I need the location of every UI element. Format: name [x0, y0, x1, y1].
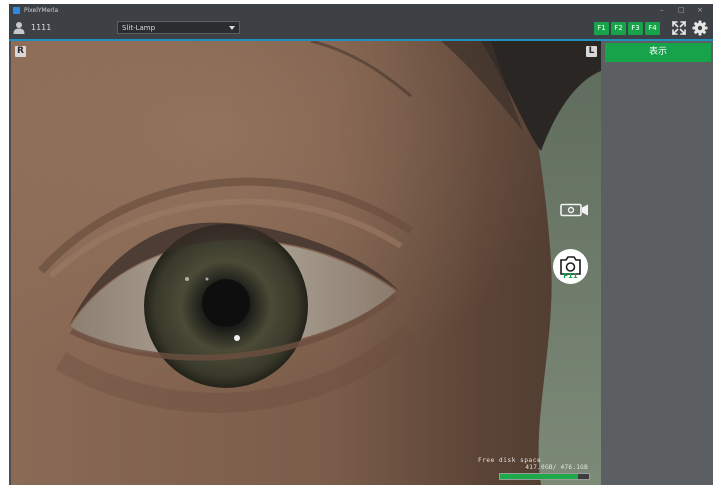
app-title: PixelYMerla: [24, 7, 59, 14]
fullscreen-icon[interactable]: [670, 19, 688, 37]
f3-button[interactable]: F3: [628, 22, 643, 35]
f4-button[interactable]: F4: [645, 22, 660, 35]
f2-button[interactable]: F2: [611, 22, 626, 35]
user-id: 1111: [31, 23, 52, 32]
app-window: PixelYMerla – □ × 1111 Slit-Lamp F1 F2 F…: [9, 4, 713, 485]
user-icon: [13, 22, 25, 34]
disk-space-indicator: Free disk space 417.0GB/ 476.1GB: [478, 457, 596, 483]
minimize-button[interactable]: –: [660, 5, 664, 16]
chevron-down-icon: [229, 26, 235, 30]
f1-button[interactable]: F1: [594, 22, 609, 35]
disk-space-bar: [499, 473, 590, 480]
left-eye-tag: L: [586, 46, 597, 57]
gear-icon[interactable]: [691, 19, 709, 37]
display-button[interactable]: 表示: [605, 43, 711, 62]
capture-hotkey-label: F11: [563, 272, 578, 280]
mode-select[interactable]: Slit-Lamp: [117, 21, 240, 34]
close-button[interactable]: ×: [697, 5, 703, 16]
disk-space-value: 417.0GB/ 476.1GB: [525, 464, 588, 471]
maximize-button[interactable]: □: [678, 5, 685, 16]
disk-space-fill: [500, 474, 578, 479]
app-logo-icon: [13, 7, 20, 14]
toolbar: 1111 Slit-Lamp F1 F2 F3 F4: [9, 17, 713, 41]
side-panel: 表示: [601, 41, 713, 485]
eye-camera-image: [11, 41, 601, 485]
right-eye-tag: R: [15, 46, 26, 57]
video-camera-icon[interactable]: [560, 203, 590, 217]
title-bar: PixelYMerla – □ ×: [9, 4, 713, 17]
mode-select-value: Slit-Lamp: [122, 24, 156, 32]
camera-viewport[interactable]: R L F11 Free disk space 417.0GB/ 476.1GB: [11, 41, 601, 485]
